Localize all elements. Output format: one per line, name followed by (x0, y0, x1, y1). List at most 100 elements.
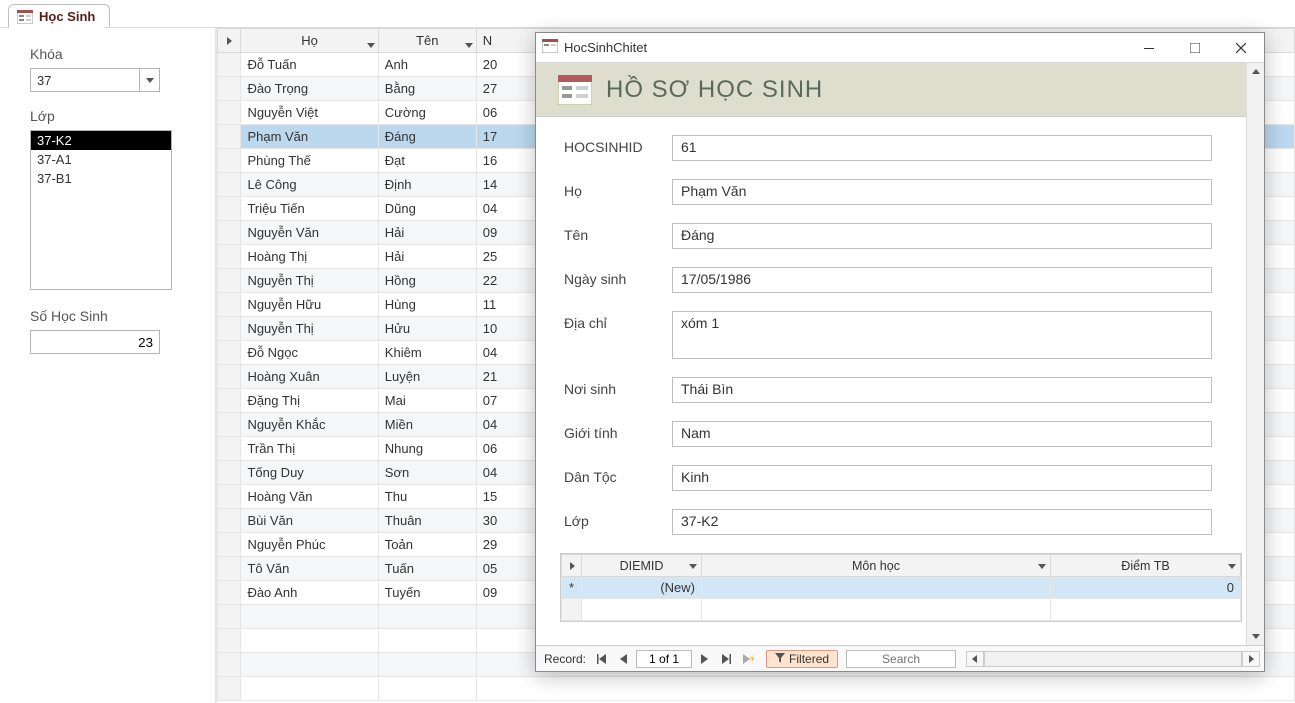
form-tab-hoc-sinh[interactable]: Học Sinh (8, 4, 110, 28)
row-header[interactable] (218, 437, 241, 461)
row-header[interactable] (218, 509, 241, 533)
row-header-corner[interactable] (218, 29, 241, 53)
maximize-button[interactable] (1172, 33, 1218, 62)
row-header[interactable] (218, 365, 241, 389)
gioitinh-field[interactable]: Nam (672, 421, 1212, 447)
ho-field[interactable]: Phạm Văn (672, 179, 1212, 205)
chevron-down-icon[interactable] (367, 37, 375, 45)
ngaysinh-field[interactable]: 17/05/1986 (672, 267, 1212, 293)
cell-ten[interactable]: Hửu (378, 317, 476, 341)
row-header[interactable] (218, 533, 241, 557)
cell-ten[interactable]: Dũng (378, 197, 476, 221)
diachi-field[interactable]: xóm 1 (672, 311, 1212, 359)
chevron-down-icon[interactable] (1038, 559, 1046, 573)
hocsinhid-field[interactable]: 61 (672, 135, 1212, 161)
cell-ho[interactable]: Đỗ Ngọc (241, 341, 378, 365)
chevron-down-icon[interactable] (465, 37, 473, 45)
cell-ten[interactable]: Đạt (378, 149, 476, 173)
titlebar[interactable]: HocSinhChitet (536, 33, 1264, 63)
cell-ho[interactable]: Lê Công (241, 173, 378, 197)
sub-diemid-cell[interactable]: (New) (582, 577, 702, 599)
cell-ho[interactable]: Phùng Thế (241, 149, 378, 173)
nav-new-button[interactable]: ✳ (738, 649, 758, 669)
nav-last-button[interactable] (716, 649, 736, 669)
hscroll-left-button[interactable] (966, 651, 984, 667)
row-header[interactable] (218, 125, 241, 149)
cell-ten[interactable]: Nhung (378, 437, 476, 461)
column-header-ten[interactable]: Tên (378, 29, 476, 53)
cell-ten[interactable]: Thu (378, 485, 476, 509)
cell-ten[interactable]: Tuấn (378, 557, 476, 581)
cell-ho[interactable]: Đặng Thị (241, 389, 378, 413)
cell-ho[interactable]: Phạm Văn (241, 125, 378, 149)
lop-item[interactable]: 37-A1 (31, 150, 171, 169)
row-header[interactable] (218, 101, 241, 125)
cell-ho[interactable]: Tô Văn (241, 557, 378, 581)
cell-ten[interactable]: Tuyến (378, 581, 476, 605)
row-header[interactable] (218, 293, 241, 317)
close-button[interactable] (1218, 33, 1264, 62)
row-header[interactable] (218, 461, 241, 485)
row-header[interactable] (218, 245, 241, 269)
row-header[interactable] (218, 197, 241, 221)
cell-ten[interactable]: Thuân (378, 509, 476, 533)
cell-ten[interactable]: Đáng (378, 125, 476, 149)
sub-row-header-corner[interactable] (562, 555, 582, 577)
ten-field[interactable]: Đáng (672, 223, 1212, 249)
hscroll-right-button[interactable] (1242, 651, 1260, 667)
row-header[interactable] (218, 557, 241, 581)
cell-ten[interactable]: Anh (378, 53, 476, 77)
col-diemid[interactable]: DIEMID (582, 555, 702, 577)
cell-ho[interactable]: Hoàng Văn (241, 485, 378, 509)
row-header[interactable] (218, 77, 241, 101)
row-header[interactable] (218, 341, 241, 365)
row-header[interactable] (218, 581, 241, 605)
cell-ho[interactable]: Tống Duy (241, 461, 378, 485)
row-header[interactable] (218, 173, 241, 197)
cell-ho[interactable]: Bùi Văn (241, 509, 378, 533)
noisinh-field[interactable]: Thái Bìn (672, 377, 1212, 403)
nav-position-input[interactable] (636, 650, 692, 668)
cell-ho[interactable]: Nguyễn Phúc (241, 533, 378, 557)
row-header[interactable] (218, 389, 241, 413)
cell-ten[interactable]: Hải (378, 221, 476, 245)
sub-new-row[interactable]: * (New) 0 (562, 577, 1241, 599)
nav-search-input[interactable] (846, 650, 956, 668)
cell-ten[interactable]: Hồng (378, 269, 476, 293)
scroll-up-button[interactable] (1247, 63, 1264, 81)
minimize-button[interactable] (1126, 33, 1172, 62)
cell-ho[interactable]: Nguyễn Văn (241, 221, 378, 245)
lop-listbox[interactable]: 37-K237-A137-B1 (30, 130, 172, 290)
scroll-down-button[interactable] (1247, 627, 1264, 645)
cell-ten[interactable]: Định (378, 173, 476, 197)
cell-ho[interactable]: Đỗ Tuấn (241, 53, 378, 77)
chevron-down-icon[interactable] (1228, 559, 1236, 573)
nav-next-button[interactable] (694, 649, 714, 669)
cell-ho[interactable]: Nguyễn Việt (241, 101, 378, 125)
cell-ten[interactable]: Miền (378, 413, 476, 437)
cell-ho[interactable]: Nguyễn Khắc (241, 413, 378, 437)
cell-ho[interactable]: Hoàng Xuân (241, 365, 378, 389)
cell-ho[interactable]: Nguyễn Hữu (241, 293, 378, 317)
dantoc-field[interactable]: Kinh (672, 465, 1212, 491)
cell-ten[interactable]: Khiêm (378, 341, 476, 365)
lop-item[interactable]: 37-B1 (31, 169, 171, 188)
chevron-down-icon[interactable] (689, 559, 697, 573)
cell-ho[interactable]: Đào Trọng (241, 77, 378, 101)
cell-ten[interactable]: Bằng (378, 77, 476, 101)
cell-ten[interactable]: Luyện (378, 365, 476, 389)
cell-ten[interactable]: Cường (378, 101, 476, 125)
sub-monhoc-cell[interactable] (702, 577, 1051, 599)
cell-ho[interactable]: Nguyễn Thị (241, 269, 378, 293)
cell-ho[interactable]: Trần Thị (241, 437, 378, 461)
lop-item[interactable]: 37-K2 (31, 131, 171, 150)
nav-prev-button[interactable] (614, 649, 634, 669)
row-header[interactable] (218, 221, 241, 245)
sub-diemtb-cell[interactable]: 0 (1051, 577, 1241, 599)
cell-ho[interactable]: Triệu Tiến (241, 197, 378, 221)
horizontal-scrollbar[interactable] (966, 651, 1260, 667)
cell-ho[interactable]: Nguyễn Thị (241, 317, 378, 341)
row-header[interactable] (218, 485, 241, 509)
filter-indicator[interactable]: Filtered (766, 650, 838, 668)
column-header-ho[interactable]: Họ (241, 29, 378, 53)
